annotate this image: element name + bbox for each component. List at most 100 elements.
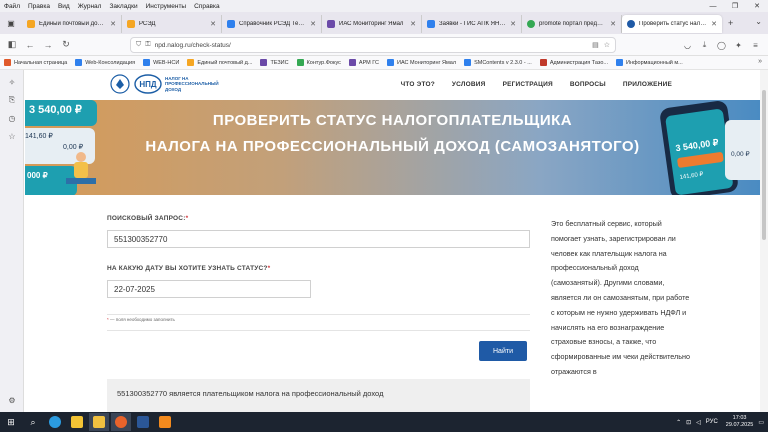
bookmark-item[interactable]: Администрация Тазо... <box>539 59 608 66</box>
app-menu-icon[interactable]: ≡ <box>747 36 764 54</box>
bookmark-item[interactable]: Информационный м... <box>616 59 683 66</box>
ai-chat-icon[interactable]: ✧ <box>6 76 18 88</box>
scrollbar-thumb[interactable] <box>762 90 766 240</box>
bookmark-item[interactable]: Web-Консолидация <box>75 59 135 66</box>
ias-favicon-icon <box>327 20 335 28</box>
tab-list-icon[interactable]: ▣ <box>0 12 22 34</box>
nav-app[interactable]: ПРИЛОЖЕНИЕ <box>623 81 672 88</box>
query-input[interactable]: 551300352770 <box>107 230 530 248</box>
site-logo[interactable]: НПД НАЛОГ НА ПРОФЕССИОНАЛЬНЫЙ ДОХОД <box>110 73 219 95</box>
clock[interactable]: 17:03 29.07.2025 <box>726 415 754 429</box>
account-icon[interactable]: ◯ <box>713 36 730 54</box>
url-text[interactable]: npd.nalog.ru/check-status/ <box>155 42 588 49</box>
bookmark-item[interactable]: ИАС Мониторинг Ямал <box>387 59 456 66</box>
download-icon[interactable]: ⤓ <box>696 36 713 54</box>
search-icon[interactable]: ⌕ <box>22 412 44 432</box>
bookmark-item[interactable]: WEB-НСИ <box>143 59 179 66</box>
bookmark-star-icon[interactable]: ☆ <box>604 41 610 49</box>
other-app[interactable] <box>155 413 175 431</box>
new-tab-icon[interactable]: + <box>728 18 733 28</box>
tab-npd-active[interactable]: Проверить статус налогоп ✕ <box>622 15 722 33</box>
menu-file[interactable]: Файл <box>0 3 24 10</box>
ias-icon <box>387 59 394 66</box>
tab-overflow-icon[interactable]: ⌄ <box>755 17 762 26</box>
menu-history[interactable]: Журнал <box>74 3 106 10</box>
site-icon <box>143 59 151 66</box>
bookmark-item[interactable]: Контур.Фокус <box>296 59 341 66</box>
bookmark-item[interactable]: SMContents v 2.3.0 - ... <box>464 59 532 66</box>
tab-ias[interactable]: ИАС Мониторинг Ямал ✕ <box>322 15 422 33</box>
app-icon <box>159 416 171 428</box>
hero-amount: 0,00 ₽ <box>731 151 750 158</box>
reload-icon[interactable]: ↻ <box>57 36 75 54</box>
menu-edit[interactable]: Правка <box>24 3 54 10</box>
extensions-icon[interactable]: ✦ <box>730 36 747 54</box>
menu-tools[interactable]: Инструменты <box>142 3 191 10</box>
fns-emblem-icon <box>110 74 130 94</box>
tab-bar: ▣ Единый почтовый домен ✕ РСЭД ✕ Справоч… <box>0 12 768 34</box>
word-app[interactable] <box>133 413 153 431</box>
bookmark-item[interactable]: Единый почтовый д... <box>187 59 252 66</box>
bookmark-item[interactable]: АРМ ГС <box>348 59 379 66</box>
tab-rsed[interactable]: РСЭД ✕ <box>122 15 222 33</box>
firefox-app[interactable] <box>111 413 131 431</box>
edge-app[interactable] <box>45 413 65 431</box>
close-window-icon[interactable]: ✕ <box>746 0 768 12</box>
bookmarks-icon[interactable]: ☆ <box>6 130 18 142</box>
pocket-icon[interactable]: ◡ <box>679 36 696 54</box>
tab-gis-apk[interactable]: Заявки - ГИС АПК ЯНАО ✕ <box>422 15 522 33</box>
minimize-icon[interactable]: — <box>702 0 724 12</box>
close-tab-icon[interactable]: ✕ <box>210 20 216 28</box>
restore-icon[interactable]: ❐ <box>724 0 746 12</box>
date-input[interactable]: 22-07-2025 <box>107 280 311 298</box>
language-indicator[interactable]: РУС <box>706 419 718 425</box>
menu-help[interactable]: Справка <box>190 3 224 10</box>
nav-what-is-it[interactable]: ЧТО ЭТО? <box>401 81 435 88</box>
word-icon <box>137 416 149 428</box>
menu-bookmarks[interactable]: Закладки <box>105 3 141 10</box>
tab-google[interactable]: promote портал предоста ✕ <box>522 15 622 33</box>
tab-tezis[interactable]: Справочник РСЭД Тезис ✕ <box>222 15 322 33</box>
explorer-app[interactable] <box>67 413 87 431</box>
tab-mail[interactable]: Единый почтовый домен ✕ <box>22 15 122 33</box>
tab-label: РСЭД <box>139 21 156 27</box>
page-scrollbar[interactable] <box>760 70 768 412</box>
address-bar[interactable]: ⛉ ⚿ npd.nalog.ru/check-status/ ▤ ☆ <box>130 37 616 53</box>
tab-label: promote портал предоста <box>539 21 607 27</box>
bookmark-item[interactable]: ТЕЗИС <box>260 59 289 66</box>
bookmarks-overflow-icon[interactable]: » <box>758 58 762 65</box>
reader-view-icon[interactable]: ▤ <box>592 41 599 49</box>
close-tab-icon[interactable]: ✕ <box>410 20 416 28</box>
bookmark-item[interactable]: Начальная страница <box>4 59 67 66</box>
synced-tabs-icon[interactable]: ⎘ <box>6 94 18 106</box>
check-status-section: ПОИСКОВЫЙ ЗАПРОС:* 551300352770 НА КАКУЮ… <box>25 195 760 412</box>
close-tab-icon[interactable]: ✕ <box>110 20 116 28</box>
close-tab-icon[interactable]: ✕ <box>610 20 616 28</box>
nav-registration[interactable]: РЕГИСТРАЦИЯ <box>503 81 553 88</box>
yandex-app[interactable] <box>89 413 109 431</box>
forward-icon[interactable]: → <box>39 36 57 54</box>
sidebar-toggle-icon[interactable]: ◧ <box>3 36 21 54</box>
nav-conditions[interactable]: УСЛОВИЯ <box>452 81 486 88</box>
smcontents-icon <box>464 59 472 66</box>
settings-icon[interactable]: ⚙ <box>6 394 18 406</box>
lock-icon[interactable]: ⚿ <box>145 41 150 49</box>
find-button[interactable]: Найти <box>479 341 527 361</box>
back-icon[interactable]: ← <box>21 36 39 54</box>
mail-favicon-icon <box>27 20 35 28</box>
notifications-icon[interactable]: ▭ <box>758 419 764 426</box>
windows-start-icon[interactable]: ⊞ <box>0 412 22 432</box>
nav-questions[interactable]: ВОПРОСЫ <box>570 81 606 88</box>
google-favicon-icon <box>527 20 535 28</box>
close-tab-icon[interactable]: ✕ <box>711 20 717 28</box>
menu-view[interactable]: Вид <box>54 3 74 10</box>
close-tab-icon[interactable]: ✕ <box>310 20 316 28</box>
close-tab-icon[interactable]: ✕ <box>510 20 516 28</box>
volume-icon[interactable]: ◁ <box>696 419 701 426</box>
network-icon[interactable]: ⊡ <box>686 419 691 426</box>
history-icon[interactable]: ◷ <box>6 112 18 124</box>
bookmark-label: Информационный м... <box>626 59 683 66</box>
tray-chevron-icon[interactable]: ⌃ <box>676 419 681 426</box>
system-tray: ⌃ ⊡ ◁ РУС 17:03 29.07.2025 ▭ <box>671 412 764 432</box>
shield-icon[interactable]: ⛉ <box>136 41 141 49</box>
